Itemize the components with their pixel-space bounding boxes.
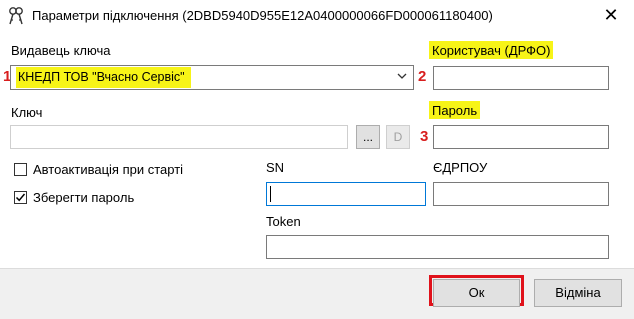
sn-label: SN [266,160,285,175]
key-input[interactable] [10,125,348,149]
autoactivate-label: Автоактивація при старті [33,162,184,177]
sn-input[interactable] [266,182,426,206]
marker-2: 2 [418,68,427,85]
window-title: Параметри підключення (2DBD5940D955E12A0… [32,8,493,23]
password-input[interactable] [433,125,609,149]
user-input[interactable] [433,66,609,90]
close-icon: ✕ [603,5,619,25]
save-password-checkbox[interactable] [14,191,27,204]
chevron-down-icon [397,73,407,79]
edrpou-input[interactable] [433,182,609,206]
edrpou-label: ЄДРПОУ [433,160,488,175]
browse-key-button[interactable]: ... [356,125,380,149]
cancel-button[interactable]: Відміна [534,279,622,307]
autoactivate-checkbox[interactable] [14,163,27,176]
close-button[interactable]: ✕ [588,0,634,31]
title-bar: Параметри підключення (2DBD5940D955E12A0… [0,0,634,31]
password-label: Пароль [429,101,481,119]
checkmark-icon [15,193,26,202]
issuer-select-value: КНЕДП ТОВ "Вчасно Сервіс" [16,67,191,88]
d-button[interactable]: D [386,125,410,149]
key-label: Ключ [11,105,43,120]
token-label: Token [266,214,301,229]
token-input[interactable] [266,235,609,259]
user-label: Користувач (ДРФО) [429,41,554,59]
issuer-select[interactable]: КНЕДП ТОВ "Вчасно Сервіс" [10,65,414,90]
ok-button[interactable]: Ок [433,279,520,307]
text-caret [270,186,271,202]
issuer-label: Видавець ключа [11,43,111,58]
save-password-label: Зберегти пароль [33,190,135,205]
keys-icon [9,7,23,25]
marker-3: 3 [420,128,429,145]
